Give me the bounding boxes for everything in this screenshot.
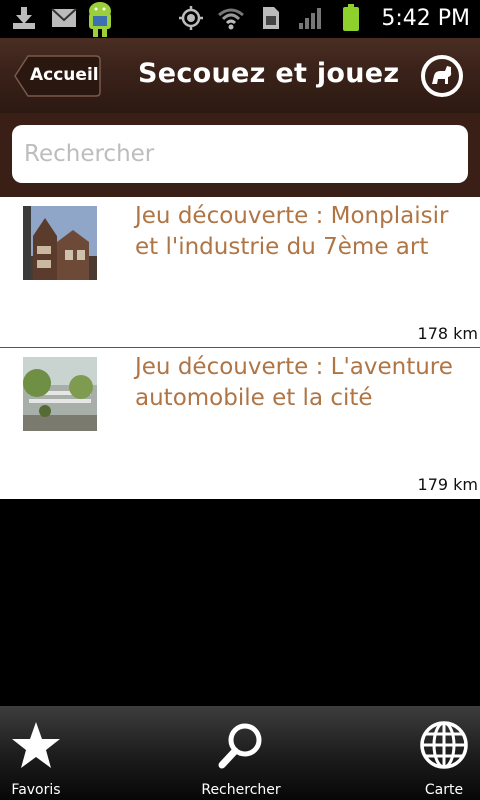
tab-label: Carte <box>424 782 464 798</box>
tab-rechercher[interactable]: Rechercher <box>198 706 284 800</box>
tab-carte[interactable]: Carte <box>412 706 476 800</box>
list-item[interactable]: Jeu découverte : Monplaisir et l'industr… <box>0 197 480 348</box>
mail-icon <box>50 4 78 32</box>
shake-button[interactable] <box>420 54 464 98</box>
gps-icon <box>177 4 205 32</box>
item-title: Jeu découverte : Monplaisir et l'industr… <box>135 203 449 260</box>
sim-icon <box>257 4 285 32</box>
star-icon <box>12 722 60 768</box>
dog-icon <box>421 55 463 97</box>
battery-icon <box>337 4 365 32</box>
back-button-label: Accueil <box>30 65 99 85</box>
status-bar: 5:42 PM <box>0 0 480 38</box>
wifi-icon <box>217 4 245 32</box>
signal-icon <box>297 4 325 32</box>
item-title: Jeu découverte : L'aventure automobile e… <box>135 354 453 411</box>
search-area <box>0 113 480 197</box>
item-distance: 179 km <box>417 475 478 494</box>
globe-icon <box>420 721 468 769</box>
action-bar: Accueil Secouez et jouez <box>0 38 480 113</box>
search-input[interactable] <box>12 125 468 183</box>
magnifier-icon <box>218 723 262 769</box>
item-thumbnail <box>23 357 97 431</box>
tab-favoris[interactable]: Favoris <box>0 706 72 800</box>
back-button[interactable]: Accueil <box>14 55 101 97</box>
bottom-tab-bar: Favoris Rechercher Carte <box>0 706 480 800</box>
tab-label: Favoris <box>11 782 61 798</box>
item-thumbnail <box>23 206 97 280</box>
item-distance: 178 km <box>417 324 478 343</box>
notification-area <box>10 4 78 32</box>
clock: 5:42 PM <box>381 5 470 31</box>
tab-label: Rechercher <box>201 782 281 798</box>
results-list: Jeu découverte : Monplaisir et l'industr… <box>0 197 480 499</box>
android-icon <box>84 0 116 38</box>
list-item[interactable]: Jeu découverte : L'aventure automobile e… <box>0 348 480 498</box>
download-icon <box>10 4 38 32</box>
page-title: Secouez et jouez <box>138 58 400 89</box>
system-icons: 5:42 PM <box>177 4 470 32</box>
